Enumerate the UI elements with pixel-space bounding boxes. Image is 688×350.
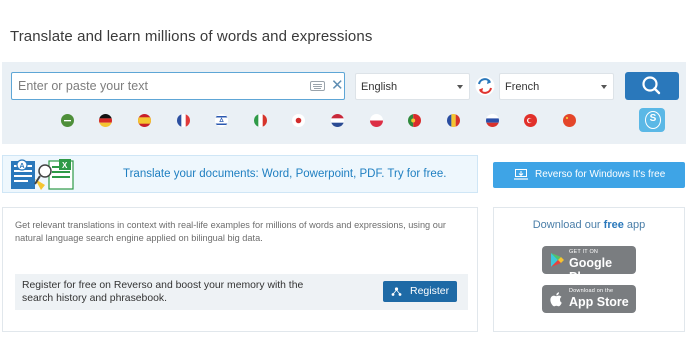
- register-button[interactable]: Register: [383, 281, 457, 302]
- spanish-flag-icon[interactable]: [138, 114, 151, 127]
- turkish-flag-icon[interactable]: [524, 114, 537, 127]
- google-play-icon: [551, 253, 564, 267]
- search-panel: ✕ English French: [2, 62, 686, 144]
- dutch-flag-icon[interactable]: [331, 114, 344, 127]
- app-title-emphasis: free: [603, 219, 624, 231]
- app-download-panel: Download our free app GET IT ON Google P…: [493, 207, 685, 332]
- svg-text:A: A: [20, 163, 25, 170]
- svg-text:X: X: [62, 161, 68, 170]
- chevron-down-icon: [601, 85, 607, 89]
- google-play-big-text: Google Play: [569, 256, 613, 284]
- app-store-small-text: Download on the: [569, 288, 614, 294]
- japanese-flag-icon[interactable]: [292, 114, 305, 127]
- google-play-small-text: GET IT ON: [569, 249, 599, 255]
- russian-flag-icon[interactable]: [486, 114, 499, 127]
- portuguese-flag-icon[interactable]: [408, 114, 421, 127]
- user-network-icon: [391, 287, 402, 296]
- keyboard-icon[interactable]: [310, 81, 325, 91]
- french-flag-icon[interactable]: [177, 114, 190, 127]
- close-icon[interactable]: ✕: [331, 77, 344, 95]
- skype-icon[interactable]: [639, 108, 665, 132]
- register-button-label: Register: [410, 285, 450, 297]
- app-store-big-text: App Store: [569, 295, 629, 309]
- target-language-select[interactable]: French: [499, 73, 614, 100]
- documents-banner-text[interactable]: Translate your documents: Word, Powerpoi…: [123, 168, 446, 180]
- text-input-box[interactable]: ✕: [11, 72, 345, 100]
- reverso-windows-button[interactable]: Reverso for Windows It's free: [493, 162, 685, 188]
- hebrew-flag-icon[interactable]: [215, 114, 228, 127]
- italian-flag-icon[interactable]: [254, 114, 267, 127]
- info-description: Get relevant translations in context wit…: [15, 220, 446, 243]
- windows-button-label: Reverso for Windows It's free: [535, 169, 666, 180]
- app-download-title: Download our free app: [494, 219, 684, 231]
- source-language-label: English: [361, 81, 398, 93]
- translate-search-button[interactable]: [625, 72, 679, 100]
- arabic-flag-icon[interactable]: [61, 114, 74, 127]
- chinese-flag-icon[interactable]: [563, 114, 576, 127]
- app-store-button[interactable]: Download on the App Store: [542, 285, 636, 313]
- app-title-prefix: Download our: [532, 219, 604, 231]
- laptop-download-icon: [514, 169, 528, 180]
- language-flags-row: [2, 114, 686, 132]
- documents-illustration-icon: A X: [11, 159, 74, 190]
- documents-translation-banner[interactable]: A X Translate your documents: Word, Powe…: [2, 155, 478, 193]
- german-flag-icon[interactable]: [99, 114, 112, 127]
- romanian-flag-icon[interactable]: [447, 114, 460, 127]
- info-panel: Get relevant translations in context wit…: [2, 207, 478, 332]
- register-callout: Register for free on Reverso and boost y…: [15, 274, 468, 310]
- search-icon: [642, 76, 661, 95]
- swap-languages-icon[interactable]: [475, 76, 495, 96]
- register-text: Register for free on Reverso and boost y…: [22, 280, 304, 304]
- polish-flag-icon[interactable]: [370, 114, 383, 127]
- target-language-label: French: [505, 81, 540, 93]
- source-text-input[interactable]: [18, 76, 303, 96]
- chevron-down-icon: [457, 85, 463, 89]
- source-language-select[interactable]: English: [355, 73, 470, 100]
- page-headline: Translate and learn millions of words an…: [10, 28, 373, 45]
- apple-icon: [550, 292, 562, 307]
- google-play-button[interactable]: GET IT ON Google Play: [542, 246, 636, 284]
- app-title-suffix: app: [623, 219, 646, 231]
